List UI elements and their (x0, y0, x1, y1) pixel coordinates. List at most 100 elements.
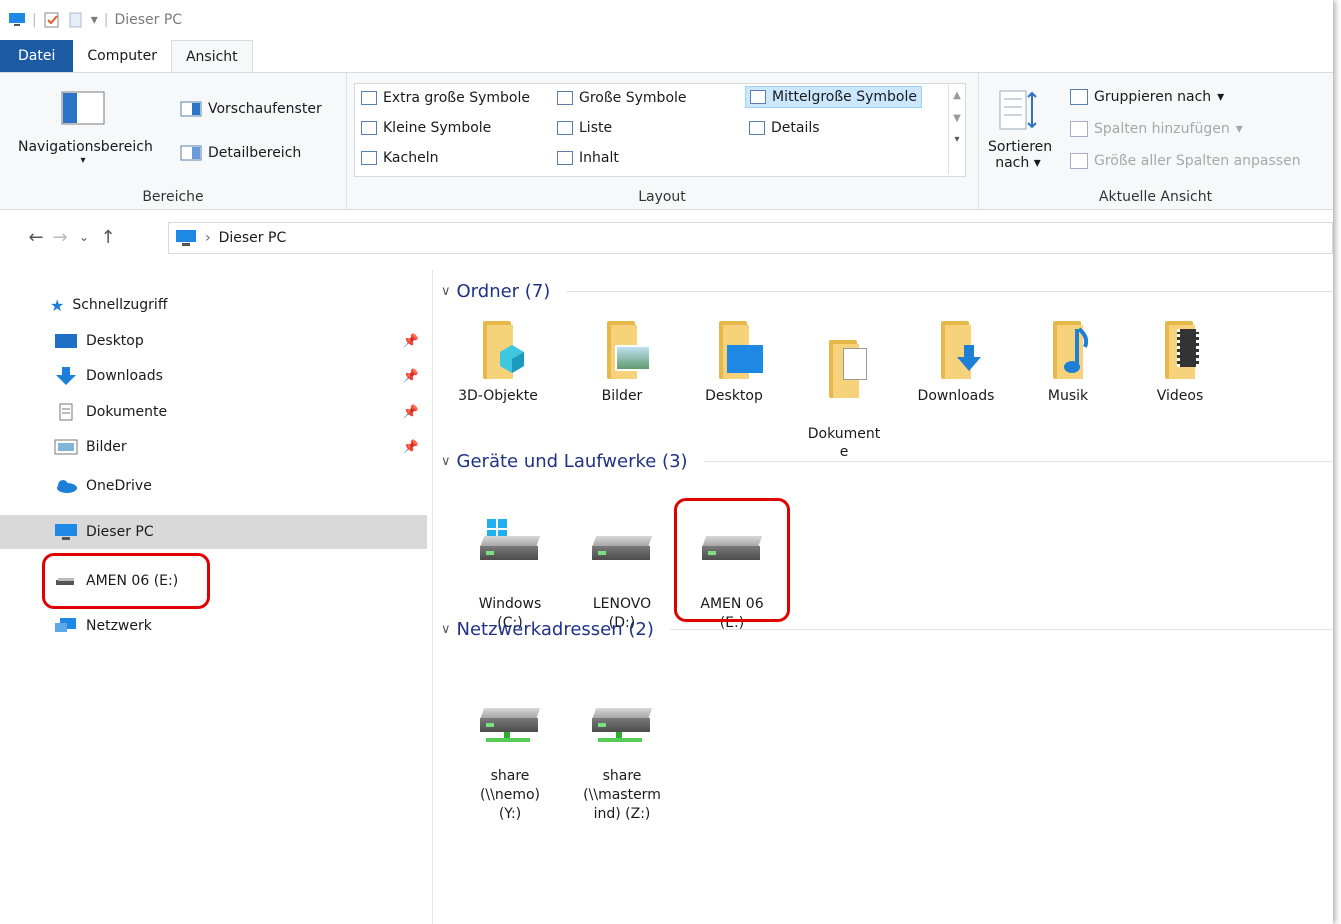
network-share-nemo[interactable]: share (\\nemo) (Y:) (465, 675, 555, 843)
breadcrumb[interactable]: Dieser PC (219, 230, 287, 246)
tiles-label: Kacheln (383, 150, 439, 166)
star-icon: ★ (50, 295, 65, 315)
extra-large-icons-option[interactable]: Extra große Symbole (361, 90, 530, 106)
address-field[interactable]: › Dieser PC (168, 222, 1333, 254)
medium-icons-option[interactable]: Mittelgroße Symbole (745, 86, 922, 108)
preview-pane-icon (180, 101, 202, 117)
ribbon: Navigationsbereich ▾ Vorschaufenster Det… (0, 72, 1333, 210)
sidebar-item-netzwerk[interactable]: Netzwerk (0, 609, 427, 643)
pin-icon[interactable]: 📌 (403, 405, 419, 420)
extra-large-icons-icon (361, 91, 377, 105)
navigation-pane-button[interactable]: Navigationsbereich ▾ (18, 91, 153, 166)
sidebar-item-schnellzugriff[interactable]: ★ Schnellzugriff (0, 288, 427, 322)
scroll-up-icon[interactable]: ▲ (949, 90, 965, 101)
small-icons-option[interactable]: Kleine Symbole (361, 120, 491, 136)
group-by-button[interactable]: Gruppieren nach ▾ (1070, 89, 1224, 105)
folder-videos-icon (1153, 321, 1207, 381)
group-by-label: Gruppieren nach (1094, 89, 1212, 105)
large-icons-label: Große Symbole (579, 90, 687, 106)
sidebar-item-label: OneDrive (86, 478, 152, 494)
folder-downloads-icon (929, 321, 983, 381)
properties-icon[interactable] (43, 12, 61, 28)
section-drives[interactable]: ∨ Geräte und Laufwerke (3) (441, 451, 1333, 472)
sidebar-item-desktop[interactable]: Desktop 📌 (0, 324, 427, 358)
chevron-down-icon[interactable]: ∨ (441, 622, 451, 637)
forward-arrow-icon[interactable]: → (48, 227, 72, 248)
list-option[interactable]: Liste (557, 120, 612, 136)
sort-by-button[interactable]: Sortieren nach ▾ (988, 89, 1052, 171)
sidebar-item-bilder[interactable]: Bilder 📌 (0, 430, 427, 464)
folder-downloads[interactable]: Downloads (911, 321, 1001, 406)
folder-desktop-icon (707, 321, 763, 381)
pin-icon[interactable]: 📌 (403, 334, 419, 349)
folder-documents-icon (817, 340, 871, 400)
back-arrow-icon[interactable]: ← (24, 227, 48, 248)
chevron-down-icon[interactable]: ∨ (441, 454, 451, 469)
folder-videos[interactable]: Videos (1135, 321, 1225, 406)
recent-locations-icon[interactable]: ⌄ (72, 230, 96, 244)
list-label: Liste (579, 120, 613, 136)
up-arrow-icon[interactable]: ↑ (96, 227, 120, 248)
sidebar-item-downloads[interactable]: Downloads 📌 (0, 359, 427, 393)
large-icons-option[interactable]: Große Symbole (557, 90, 687, 106)
expand-gallery-icon[interactable]: ▾ (949, 134, 965, 145)
folder-3d-icon (471, 321, 525, 381)
fit-columns-button[interactable]: Größe aller Spalten anpassen (1070, 153, 1301, 169)
sidebar-item-label: Schnellzugriff (72, 297, 168, 313)
tab-ansicht[interactable]: Ansicht (170, 40, 253, 74)
chevron-down-icon: ▾ (1217, 89, 1225, 105)
fit-columns-label: Größe aller Spalten anpassen (1094, 153, 1301, 169)
folder-musik[interactable]: Musik (1023, 321, 1113, 406)
preview-pane-button[interactable]: Vorschaufenster (180, 101, 322, 117)
desktop-icon (55, 334, 77, 348)
sidebar-item-label: Bilder (86, 439, 127, 455)
medium-icons-label: Mittelgroße Symbole (772, 89, 917, 105)
small-icons-icon (361, 121, 377, 135)
drive-icon (590, 522, 654, 570)
small-icons-label: Kleine Symbole (383, 120, 492, 136)
pictures-icon (54, 439, 78, 455)
sidebar-item-dokumente[interactable]: Dokumente 📌 (0, 395, 427, 429)
window-title: Dieser PC (114, 12, 183, 28)
folder-music-icon (1041, 321, 1095, 381)
customize-quick-access-icon[interactable]: ▾ (91, 12, 98, 28)
sidebar-item-onedrive[interactable]: OneDrive (0, 469, 427, 503)
folder-label: Videos (1156, 388, 1204, 404)
folder-label: Desktop (705, 388, 763, 404)
group-label-layout: Layout (638, 189, 686, 205)
folder-label: Downloads (917, 388, 995, 404)
content-option[interactable]: Inhalt (557, 150, 619, 166)
add-columns-button[interactable]: Spalten hinzufügen ▾ (1070, 121, 1243, 137)
new-folder-icon[interactable] (67, 12, 85, 28)
details-pane-icon (180, 145, 202, 161)
details-icon (749, 121, 765, 135)
layout-scroll[interactable]: ▲ ▼ ▾ (948, 84, 965, 174)
folder-label: 3D-Objekte (458, 388, 538, 404)
navigation-pane-label: Navigationsbereich (18, 139, 153, 155)
group-label-bereiche: Bereiche (142, 189, 204, 205)
network-share-mastermind[interactable]: share (\\masterm ind) (Z:) (577, 675, 667, 843)
document-icon (59, 403, 73, 421)
breadcrumb-separator-icon: › (205, 230, 211, 246)
add-columns-icon (1070, 121, 1088, 137)
scroll-down-icon[interactable]: ▼ (949, 113, 965, 124)
section-network[interactable]: ∨ Netzwerkadressen (2) (441, 619, 1333, 640)
details-pane-button[interactable]: Detailbereich (180, 145, 301, 161)
chevron-down-icon[interactable]: ∨ (441, 284, 451, 299)
sidebar-item-label: Downloads (86, 368, 163, 384)
navigation-bar: ← → ⌄ ↑ › Dieser PC (0, 217, 1333, 257)
sort-icon (999, 90, 1037, 130)
folder-3d-objekte[interactable]: 3D-Objekte (453, 321, 543, 406)
tab-computer[interactable]: Computer (73, 40, 171, 72)
tiles-option[interactable]: Kacheln (361, 150, 438, 166)
tab-datei[interactable]: Datei (0, 40, 74, 72)
folder-desktop[interactable]: Desktop (689, 321, 779, 406)
preview-pane-label: Vorschaufenster (208, 101, 322, 117)
pin-icon[interactable]: 📌 (403, 369, 419, 384)
section-folders[interactable]: ∨ Ordner (7) (441, 281, 1333, 302)
details-option[interactable]: Details (749, 120, 820, 136)
network-label: share (\\nemo) (Y:) (479, 768, 541, 822)
folder-bilder[interactable]: Bilder (577, 321, 667, 406)
sidebar-item-dieser-pc[interactable]: Dieser PC (0, 515, 427, 549)
pin-icon[interactable]: 📌 (403, 440, 419, 455)
